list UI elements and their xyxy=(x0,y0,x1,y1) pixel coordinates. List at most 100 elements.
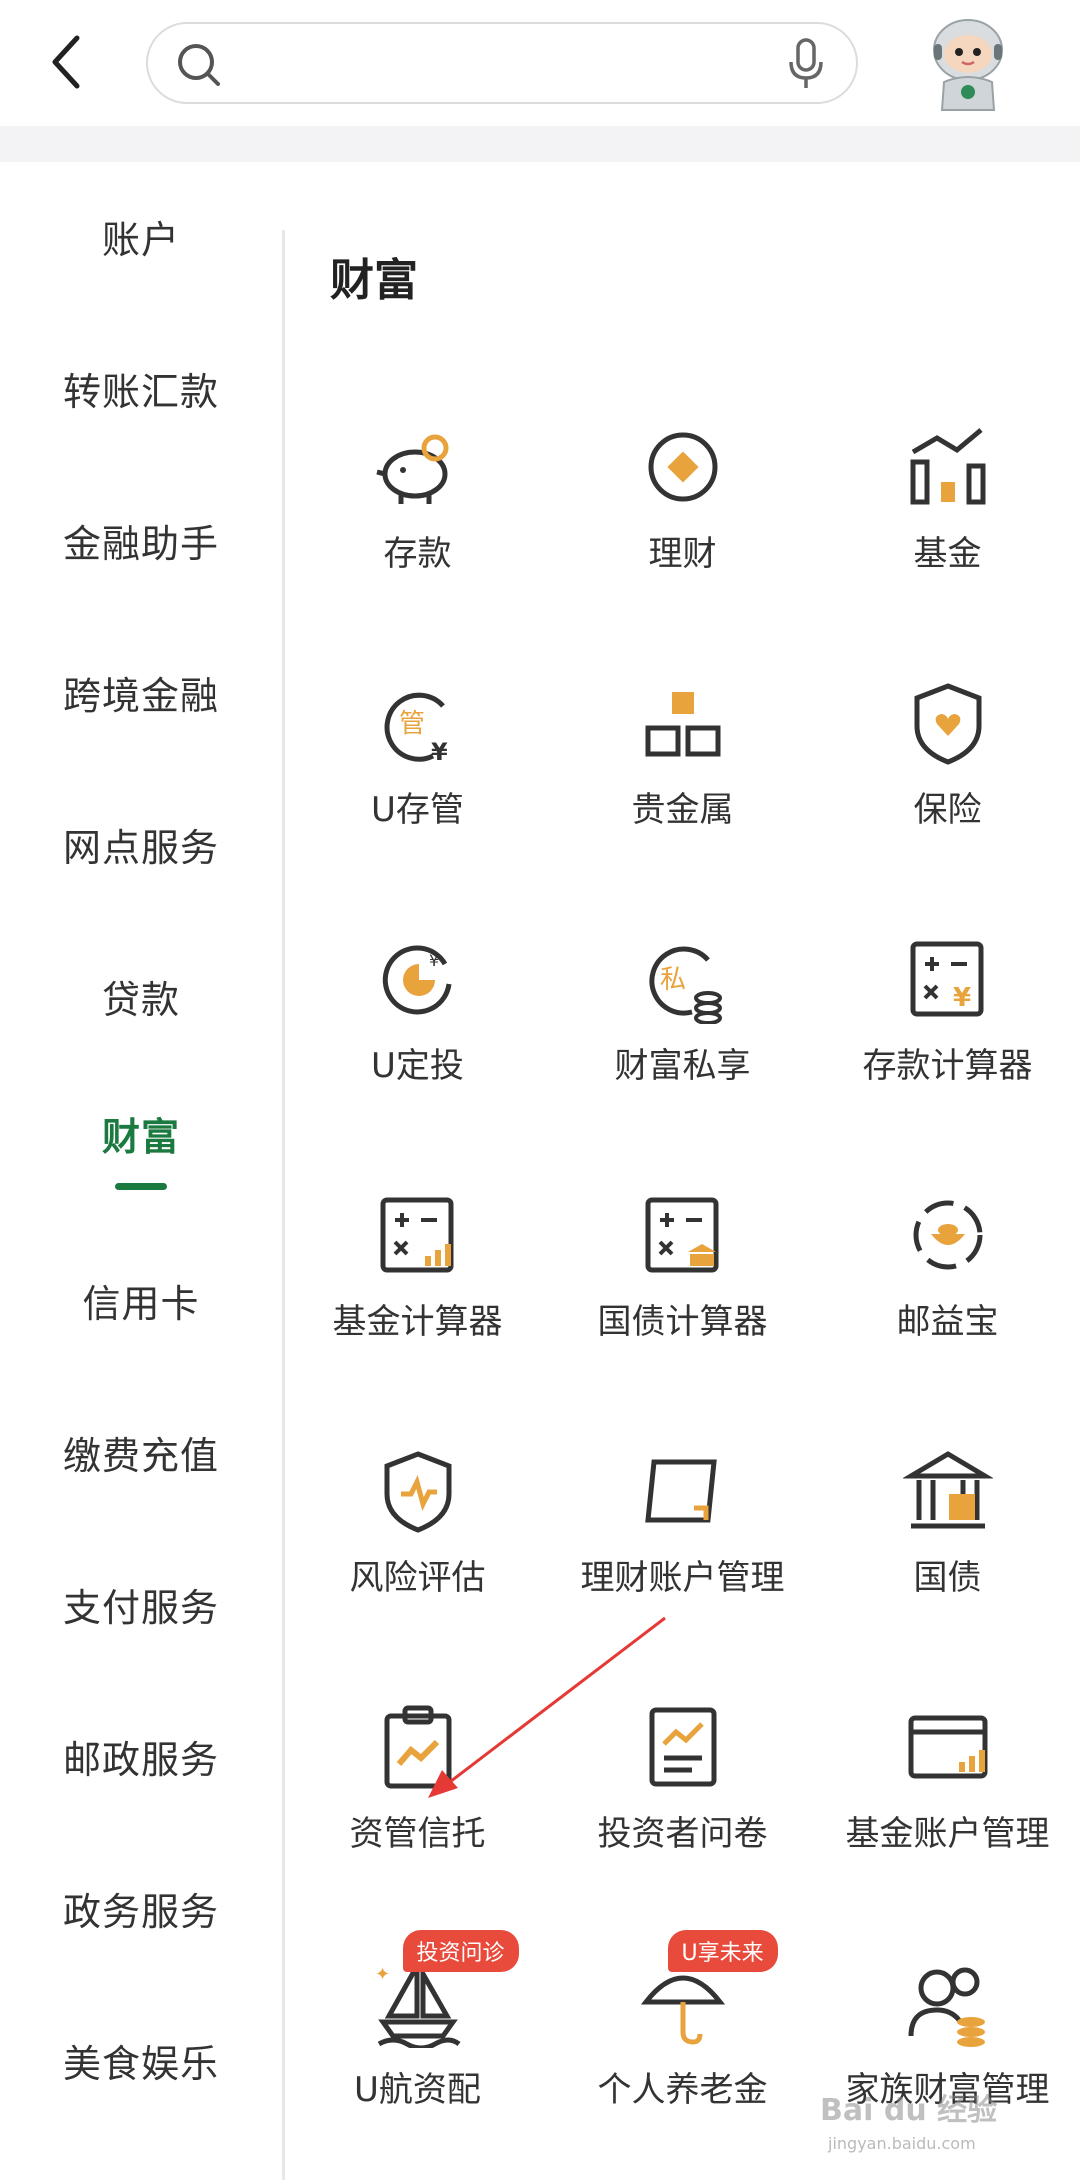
service-tile-custody[interactable]: 管 ¥ U存管 xyxy=(285,636,550,892)
sidebar-item-finance-assistant[interactable]: 金融助手 xyxy=(0,464,282,616)
service-tile-diamond-coin[interactable]: 理财 xyxy=(550,380,815,636)
tile-label: U航资配 xyxy=(354,2070,481,2110)
sidebar-item-label: 账户 xyxy=(101,217,180,262)
service-tile-fixed-invest[interactable]: ¥ U定投 xyxy=(285,892,550,1148)
sidebar-item-label: 支付服务 xyxy=(62,1585,219,1630)
sidebar-item-loan[interactable]: 贷款 xyxy=(0,920,282,1072)
sidebar-item-transfer[interactable]: 转账汇款 xyxy=(0,312,282,464)
tile-label: 个人养老金 xyxy=(597,2070,768,2110)
umbrella-icon: U享未来 xyxy=(638,1930,778,2048)
tile-label: 基金计算器 xyxy=(332,1302,503,1342)
tile-label: 理财账户管理 xyxy=(580,1558,785,1598)
deposit-calculator-icon: ¥ xyxy=(903,934,993,1024)
svg-text:¥: ¥ xyxy=(953,983,971,1013)
sidebar-item-payment-recharge[interactable]: 缴费充值 xyxy=(0,1376,282,1528)
sidebar-item-branch-service[interactable]: 网点服务 xyxy=(0,768,282,920)
svg-text:✦: ✦ xyxy=(375,1964,390,1985)
category-sidebar: 账户转账汇款金融助手跨境金融网点服务贷款财富信用卡缴费充值支付服务邮政服务政务服… xyxy=(0,162,282,2180)
sidebar-item-wealth[interactable]: 财富 xyxy=(0,1072,282,1224)
private-wealth-icon: 私 xyxy=(638,934,728,1025)
bond-calculator-icon xyxy=(638,1190,728,1280)
sidebar-item-label: 贷款 xyxy=(101,977,180,1022)
fixed-invest-icon: ¥ xyxy=(373,934,463,1024)
tile-label: 资管信托 xyxy=(349,1814,486,1854)
fund-account-icon xyxy=(903,1702,993,1792)
active-indicator xyxy=(115,1183,167,1190)
shield-heart-icon xyxy=(903,678,993,768)
sidebar-item-label: 财富 xyxy=(101,1115,180,1159)
tile-label: 国债计算器 xyxy=(597,1302,768,1342)
search-input[interactable] xyxy=(232,34,792,94)
tile-label: 基金账户管理 xyxy=(845,1814,1050,1854)
robot-assistant-avatar[interactable] xyxy=(914,10,1022,118)
bank-building-icon xyxy=(901,1446,994,1536)
service-tile-fund-calculator[interactable]: 基金计算器 xyxy=(285,1148,550,1404)
sidebar-item-payment-service[interactable]: 支付服务 xyxy=(0,1528,282,1680)
tile-label: 贵金属 xyxy=(631,790,734,830)
tile-label: U定投 xyxy=(371,1046,464,1086)
svg-text:¥: ¥ xyxy=(429,951,439,970)
sidebar-item-cross-border[interactable]: 跨境金融 xyxy=(0,616,282,768)
service-tile-private-wealth[interactable]: 私财富私享 xyxy=(550,892,815,1148)
service-tile-sailboat[interactable]: ✦ 投资问诊 U航资配 xyxy=(285,1916,550,2172)
sidebar-item-label: 网点服务 xyxy=(62,825,219,870)
service-tile-gold-bars[interactable]: 贵金属 xyxy=(550,636,815,892)
sidebar-item-postal-service[interactable]: 邮政服务 xyxy=(0,1680,282,1832)
sidebar-item-government-service[interactable]: 政务服务 xyxy=(0,1832,282,1984)
promo-badge: 投资问诊 xyxy=(402,1930,519,1972)
svg-text:¥: ¥ xyxy=(431,738,448,766)
sidebar-item-account[interactable]: 账户 xyxy=(0,160,282,312)
gold-bars-icon xyxy=(638,678,728,768)
piggy-bank-icon xyxy=(373,422,463,512)
sidebar-item-label: 缴费充值 xyxy=(62,1433,219,1478)
tile-label: U存管 xyxy=(371,790,464,830)
sidebar-item-label: 信用卡 xyxy=(82,1281,200,1326)
microphone-icon[interactable] xyxy=(786,38,826,90)
watermark: Bai du 经验 xyxy=(820,2093,998,2128)
annotation-arrow xyxy=(428,1616,666,1798)
sidebar-item-food-entertainment[interactable]: 美食娱乐 xyxy=(0,1984,282,2136)
section-title: 财富 xyxy=(330,255,418,306)
sidebar-item-credit-card[interactable]: 信用卡 xyxy=(0,1224,282,1376)
search-icon xyxy=(178,44,220,86)
service-tile-bank-building[interactable]: 国债 xyxy=(815,1404,1080,1660)
top-bar xyxy=(0,0,1080,126)
sidebar-item-label: 转账汇款 xyxy=(62,369,219,414)
header-divider-band xyxy=(0,126,1080,162)
promo-badge: U享未来 xyxy=(667,1930,778,1972)
svg-text:私: 私 xyxy=(660,965,686,995)
service-tile-fund-account[interactable]: 基金账户管理 xyxy=(815,1660,1080,1916)
tile-label: 存款 xyxy=(383,534,452,574)
tile-label: 国债 xyxy=(913,1558,982,1598)
fund-calculator-icon xyxy=(373,1190,463,1280)
svg-text:管: 管 xyxy=(399,709,425,739)
search-bar[interactable] xyxy=(146,22,858,104)
tile-label: 风险评估 xyxy=(349,1558,486,1598)
chevron-left-icon xyxy=(52,35,80,89)
sidebar-item-label: 美食娱乐 xyxy=(62,2041,219,2086)
sidebar-item-label: 跨境金融 xyxy=(62,673,219,718)
fund-chart-icon xyxy=(903,422,993,512)
diamond-coin-icon xyxy=(638,422,728,512)
tile-label: 邮益宝 xyxy=(896,1302,999,1342)
youyibao-icon xyxy=(903,1190,993,1280)
service-tile-fund-chart[interactable]: 基金 xyxy=(815,380,1080,636)
sidebar-item-label: 金融助手 xyxy=(62,521,219,566)
service-tile-piggy-bank[interactable]: 存款 xyxy=(285,380,550,636)
sidebar-item-label: 邮政服务 xyxy=(62,1737,219,1782)
robot-avatar-icon xyxy=(933,19,1003,111)
service-tile-deposit-calculator[interactable]: ¥ 存款计算器 xyxy=(815,892,1080,1148)
sailboat-icon: ✦ 投资问诊 xyxy=(373,1930,519,2051)
service-tile-umbrella[interactable]: U享未来个人养老金 xyxy=(550,1916,815,2172)
tile-label: 基金 xyxy=(913,534,982,574)
tile-label: 存款计算器 xyxy=(862,1046,1033,1086)
sidebar-item-label: 政务服务 xyxy=(62,1889,219,1934)
family-icon xyxy=(903,1958,993,2048)
tile-label: 投资者问卷 xyxy=(597,1814,768,1854)
service-tile-shield-heart[interactable]: 保险 xyxy=(815,636,1080,892)
risk-shield-icon xyxy=(373,1446,463,1536)
watermark-url: jingyan.baidu.com xyxy=(828,2134,976,2153)
service-tile-youyibao[interactable]: 邮益宝 xyxy=(815,1148,1080,1404)
service-tile-bond-calculator[interactable]: 国债计算器 xyxy=(550,1148,815,1404)
back-button[interactable] xyxy=(40,28,92,96)
